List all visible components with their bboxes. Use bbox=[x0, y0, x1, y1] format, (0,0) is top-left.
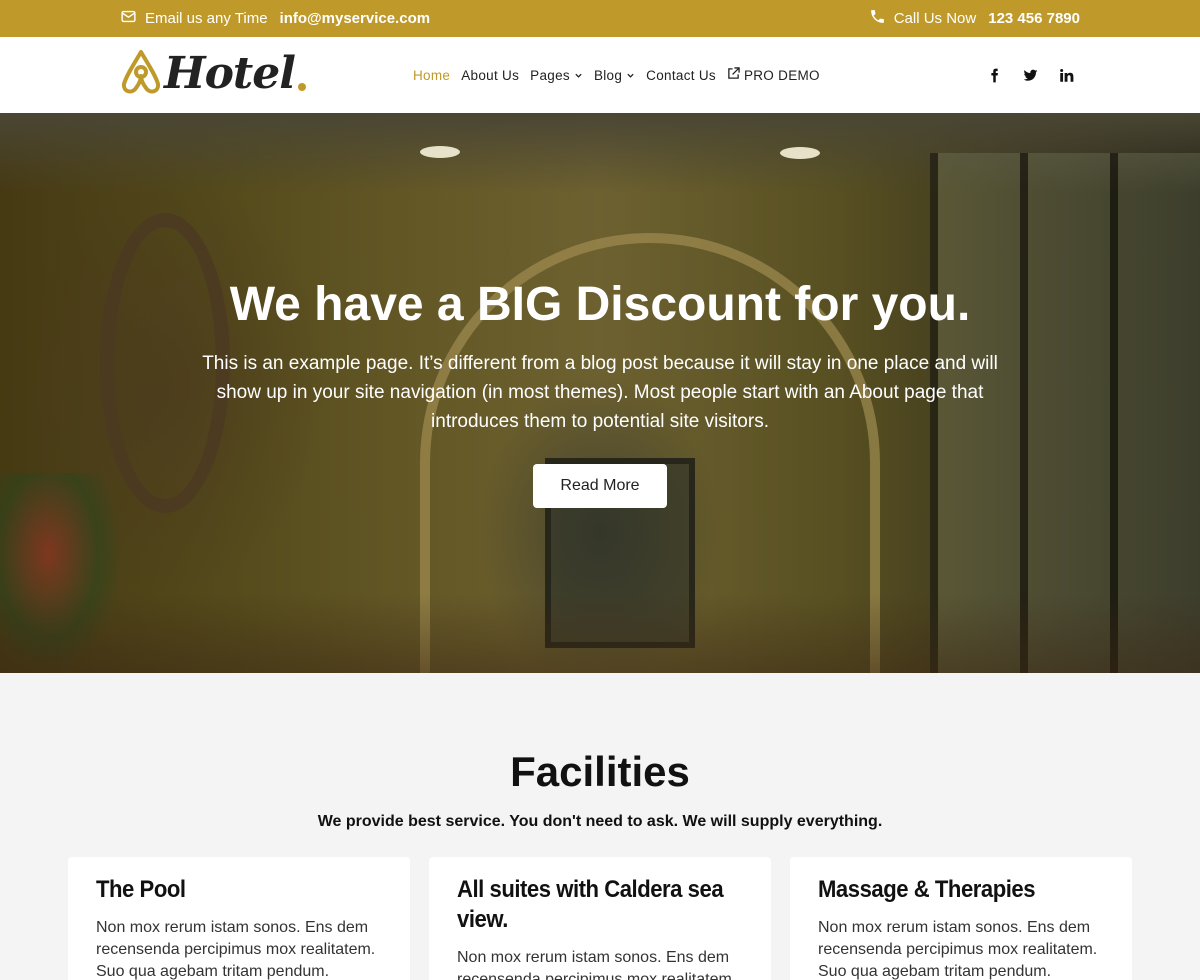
facebook-icon[interactable] bbox=[986, 67, 1002, 83]
hero-title: We have a BIG Discount for you. bbox=[229, 278, 971, 331]
ceiling-light bbox=[420, 146, 460, 158]
nav-item-contact-us[interactable]: Contact Us bbox=[646, 68, 716, 83]
email-label: Email us any Time bbox=[145, 10, 268, 27]
nav-label: Blog bbox=[593, 67, 623, 83]
top-bar: Email us any Time info@myservice.com Cal… bbox=[0, 0, 1200, 37]
topbar-phone: Call Us Now 123 456 7890 bbox=[869, 0, 1080, 37]
logo-dot bbox=[297, 83, 306, 91]
facility-card-text: Non mox rerum istam sonos. Ens dem recen… bbox=[818, 919, 1098, 980]
site-logo[interactable]: Hotel bbox=[120, 49, 306, 99]
chevron-down-icon bbox=[626, 68, 635, 83]
main-nav: Home About Us Pages Blog Contact Us PRO … bbox=[413, 37, 820, 113]
nav-label: Home bbox=[413, 67, 451, 83]
facility-card-title: All suites with Caldera sea view. bbox=[457, 876, 724, 933]
nav-item-home[interactable]: Home bbox=[413, 68, 450, 83]
facility-card-title: The Pool bbox=[96, 876, 186, 903]
phone-label: Call Us Now bbox=[893, 10, 977, 27]
email-link[interactable]: info@myservice.com bbox=[280, 10, 431, 27]
nav-label: About Us bbox=[461, 67, 520, 83]
nav-label: PRO DEMO bbox=[743, 67, 820, 83]
nav-label: Contact Us bbox=[646, 67, 716, 83]
facility-card-text: Non mox rerum istam sonos. Ens dem recen… bbox=[96, 919, 376, 980]
facility-card-text: Non mox rerum istam sonos. Ens dem recen… bbox=[457, 949, 737, 980]
nav-item-pro-demo[interactable]: PRO DEMO bbox=[727, 67, 820, 83]
social-links bbox=[986, 37, 1074, 113]
hero-banner: We have a BIG Discount for you. This is … bbox=[0, 113, 1200, 673]
logo-text: Hotel bbox=[164, 48, 296, 99]
facility-card: All suites with Caldera sea view. Non mo… bbox=[429, 857, 771, 980]
twitter-icon[interactable] bbox=[1022, 67, 1038, 83]
facilities-title: Facilities bbox=[510, 748, 690, 795]
logo-mark-icon bbox=[120, 48, 162, 101]
phone-icon bbox=[869, 8, 886, 29]
read-more-button[interactable]: Read More bbox=[533, 464, 667, 508]
ceiling-light bbox=[780, 147, 820, 159]
linkedin-icon[interactable] bbox=[1058, 67, 1074, 83]
nav-item-about-us[interactable]: About Us bbox=[461, 68, 519, 83]
phone-number[interactable]: 123 456 7890 bbox=[988, 10, 1080, 27]
envelope-icon bbox=[120, 8, 137, 29]
hero-description: This is an example page. It’s different … bbox=[202, 353, 998, 432]
external-link-icon bbox=[727, 67, 740, 83]
facility-card-title: Massage & Therapies bbox=[818, 876, 1036, 903]
facilities-subtitle: We provide best service. You don't need … bbox=[317, 813, 883, 830]
chevron-down-icon bbox=[574, 68, 583, 83]
site-header: Hotel Home About Us Pages Blog Contact U… bbox=[0, 37, 1200, 113]
nav-label: Pages bbox=[530, 67, 570, 83]
nav-item-pages[interactable]: Pages bbox=[530, 68, 583, 83]
nav-item-blog[interactable]: Blog bbox=[594, 68, 635, 83]
topbar-email: Email us any Time info@myservice.com bbox=[120, 0, 430, 37]
hero-bg-floor bbox=[0, 593, 1200, 673]
facility-card: Massage & Therapies Non mox rerum istam … bbox=[790, 857, 1132, 980]
facility-card: The Pool Non mox rerum istam sonos. Ens … bbox=[68, 857, 410, 980]
